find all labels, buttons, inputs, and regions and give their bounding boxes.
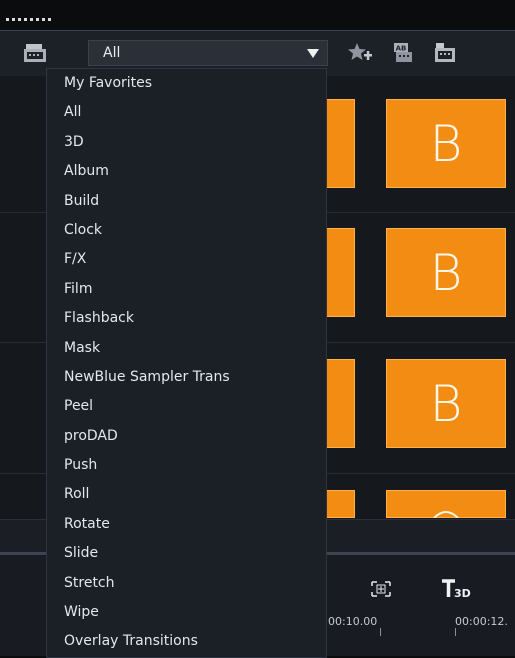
svg-text:3D: 3D — [454, 587, 471, 600]
menu-item[interactable]: proDAD — [47, 422, 326, 451]
menu-item[interactable]: All — [47, 98, 326, 127]
menu-item[interactable]: Stretch — [47, 569, 326, 598]
thumbnail-letter: B — [429, 243, 463, 302]
menu-item[interactable]: Mask — [47, 334, 326, 363]
panel-gripper[interactable] — [6, 18, 51, 21]
category-dropdown-menu: My Favorites All 3D Album Build Clock F/… — [46, 68, 327, 658]
category-dropdown-value: All — [103, 45, 121, 61]
fit-project-icon[interactable] — [370, 580, 392, 603]
transition-thumbnail[interactable]: B — [386, 228, 506, 317]
add-to-favorites-icon[interactable] — [346, 41, 374, 65]
chevron-down-icon — [307, 49, 319, 58]
menu-item[interactable]: Rotate — [47, 510, 326, 539]
thumbnail-letter: B — [429, 374, 463, 433]
library-folder-icon[interactable] — [22, 41, 50, 65]
menu-item[interactable]: Slide — [47, 539, 326, 568]
ruler-tick — [455, 628, 456, 636]
menu-item[interactable]: Build — [47, 187, 326, 216]
show-titles-icon[interactable]: AB — [390, 41, 418, 65]
thumbnail-letter-partial — [433, 511, 459, 518]
svg-text:AB: AB — [396, 45, 407, 53]
menu-item[interactable]: 3D — [47, 128, 326, 157]
menu-item[interactable]: My Favorites — [47, 69, 326, 98]
title-3d-icon[interactable]: 3D — [440, 578, 480, 605]
menu-item[interactable]: Roll — [47, 480, 326, 509]
menu-item[interactable]: Album — [47, 157, 326, 186]
menu-item[interactable]: Peel — [47, 392, 326, 421]
menu-item[interactable]: Push — [47, 451, 326, 480]
menu-item[interactable]: Clock — [47, 216, 326, 245]
timeline-time-label: 00:00:12. — [455, 615, 508, 628]
menu-item[interactable]: Film — [47, 275, 326, 304]
menu-item[interactable]: F/X — [47, 245, 326, 274]
transition-thumbnail[interactable]: B — [386, 359, 506, 448]
timeline-time-label: 00:10.00 — [328, 615, 378, 628]
transition-thumbnail[interactable] — [386, 490, 506, 518]
transition-thumbnail[interactable]: B — [386, 99, 506, 188]
menu-item[interactable]: Wipe — [47, 598, 326, 627]
menu-item[interactable]: NewBlue Sampler Trans — [47, 363, 326, 392]
menu-item[interactable]: Flashback — [47, 304, 326, 333]
import-media-icon[interactable] — [432, 41, 460, 65]
menu-item[interactable]: Overlay Transitions — [47, 627, 326, 656]
category-dropdown[interactable]: All — [88, 40, 328, 66]
thumbnail-letter: B — [429, 114, 463, 173]
ruler-tick — [380, 628, 381, 636]
